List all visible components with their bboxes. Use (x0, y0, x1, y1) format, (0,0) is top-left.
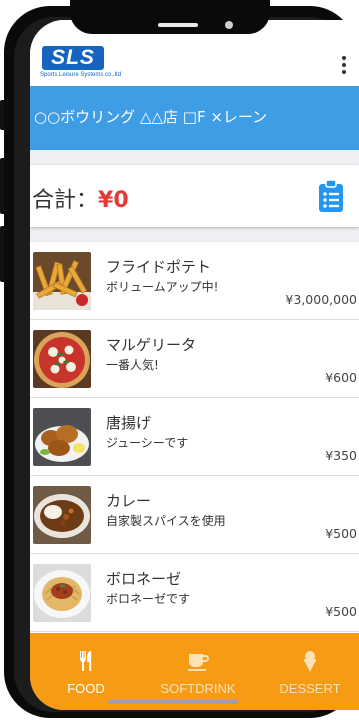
item-description: 自家製スパイスを使用 (106, 514, 226, 528)
tab-softdrink[interactable]: SOFTDRINK (142, 633, 254, 710)
phone-mockup: SLS Sports Leisure Systems co.,ltd ○○ボウリ… (0, 0, 359, 720)
item-price: ¥500 (325, 526, 357, 541)
coffee-cup-icon (186, 649, 210, 673)
menu-item[interactable]: マルゲリータ 一番人気! ¥600 (30, 320, 359, 398)
item-name: カレー (106, 492, 152, 510)
app-header: ○○ボウリング △△店 □F ×レーン (30, 86, 359, 150)
menu-item[interactable]: フライドポテト ボリュームアップ中! ¥3,000,000 (30, 242, 359, 320)
french-fries-photo (33, 252, 91, 310)
menu-list: フライドポテト ボリュームアップ中! ¥3,000,000 マルゲリータ 一番人… (30, 242, 359, 635)
front-camera (225, 21, 233, 29)
bottom-tab-bar: FOOD SOFTDRINK DESSERT (30, 633, 359, 710)
menu-item[interactable]: ボロネーゼ ボロネーゼです ¥500 (30, 554, 359, 632)
brand-logo: SLS Sports Leisure Systems co.,ltd (40, 46, 122, 84)
tab-label: SOFTDRINK (160, 681, 236, 696)
item-description: ジューシーです (106, 436, 189, 450)
item-price: ¥500 (325, 604, 357, 619)
fried-chicken-photo (33, 408, 91, 466)
pizza-photo (33, 330, 91, 388)
logo-mark: SLS (42, 46, 104, 70)
total-card: 合計：¥0 (30, 165, 359, 227)
clipboard-list-icon[interactable] (318, 179, 344, 213)
tab-food[interactable]: FOOD (30, 633, 142, 710)
item-description: 一番人気! (106, 358, 159, 372)
phone-notch (70, 0, 270, 34)
total-label: 合計： (32, 188, 99, 213)
bolognese-photo (33, 564, 91, 622)
speaker-grille (158, 23, 198, 27)
tab-label: DESSERT (279, 681, 341, 696)
logo-subtext: Sports Leisure Systems co.,ltd (40, 72, 122, 78)
curry-photo (33, 486, 91, 544)
home-indicator[interactable] (108, 700, 238, 704)
item-name: 唐揚げ (106, 414, 152, 432)
menu-item[interactable]: 唐揚げ ジューシーです ¥350 (30, 398, 359, 476)
item-price: ¥350 (325, 448, 357, 463)
tab-dessert[interactable]: DESSERT (254, 633, 359, 710)
item-name: マルゲリータ (106, 336, 197, 354)
more-menu-icon[interactable] (342, 56, 348, 80)
total-value: ¥0 (98, 188, 129, 213)
item-price: ¥600 (325, 370, 357, 385)
item-description: ボリュームアップ中! (106, 280, 219, 294)
total-display: 合計：¥0 (32, 182, 129, 214)
app-screen: SLS Sports Leisure Systems co.,ltd ○○ボウリ… (30, 20, 359, 710)
ice-cream-icon (298, 649, 322, 673)
item-description: ボロネーゼです (106, 592, 191, 606)
item-name: ボロネーゼ (106, 570, 182, 588)
tab-label: FOOD (67, 681, 105, 696)
menu-item[interactable]: カレー 自家製スパイスを使用 ¥500 (30, 476, 359, 554)
fork-knife-icon (74, 649, 98, 673)
item-price: ¥3,000,000 (285, 292, 357, 307)
page-title: ○○ボウリング △△店 □F ×レーン (34, 108, 268, 126)
item-name: フライドポテト (106, 258, 212, 276)
